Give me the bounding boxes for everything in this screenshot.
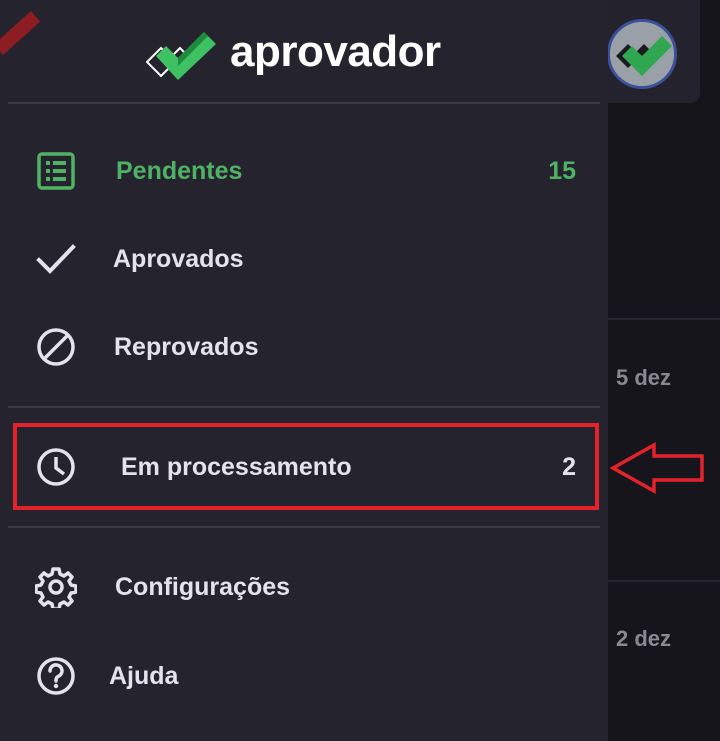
brand-logo[interactable]: aprovador — [146, 22, 441, 82]
nav-label: Aprovados — [113, 244, 244, 273]
nav-item-pendentes[interactable]: Pendentes 15 — [14, 131, 596, 211]
list-divider — [608, 580, 720, 582]
nav-count-badge: 15 — [548, 156, 576, 185]
nav-item-aprovados[interactable]: Aprovados — [14, 219, 596, 299]
brand-name: aprovador — [230, 27, 441, 76]
avatar-logo-icon — [610, 22, 674, 86]
nav-label: Reprovados — [114, 332, 259, 361]
help-icon — [34, 654, 78, 698]
divider — [8, 102, 600, 104]
check-icon — [34, 237, 78, 281]
list-item-date: 2 dez — [616, 626, 672, 651]
navigation-drawer: aprovador Pendentes 15 Aprovados Reprova… — [0, 0, 608, 741]
nav-label: Pendentes — [116, 156, 243, 185]
avatar[interactable] — [607, 19, 677, 89]
highlight-box — [13, 423, 599, 510]
nav-label: Configurações — [115, 572, 291, 601]
gear-icon — [34, 565, 78, 609]
list-icon — [34, 149, 78, 193]
left-arrow-icon — [610, 442, 704, 494]
double-check-logo-icon — [146, 32, 216, 80]
list-divider — [608, 318, 720, 320]
divider — [8, 406, 600, 408]
nav-label: Ajuda — [109, 661, 179, 690]
block-icon — [34, 325, 78, 369]
corner-ribbon — [0, 11, 41, 55]
nav-item-ajuda[interactable]: Ajuda — [14, 636, 596, 716]
divider — [8, 526, 600, 528]
nav-item-configuracoes[interactable]: Configurações — [14, 547, 596, 627]
nav-item-reprovados[interactable]: Reprovados — [14, 307, 596, 387]
list-item-date: 5 dez — [616, 365, 672, 390]
